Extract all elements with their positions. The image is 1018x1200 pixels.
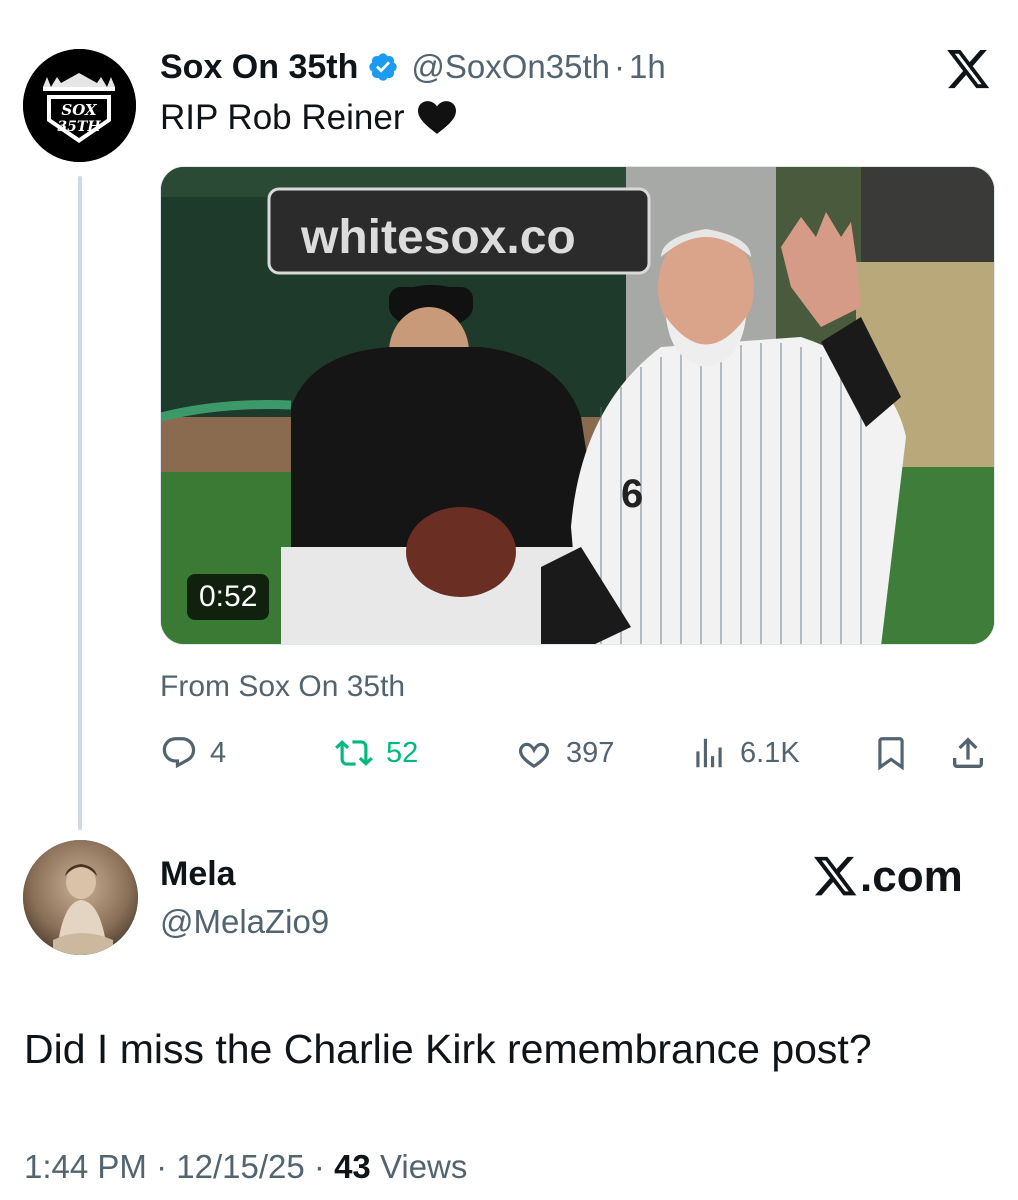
views-button[interactable]: 6.1K — [690, 728, 800, 778]
reply-time[interactable]: 1:44 PM — [24, 1148, 147, 1185]
reply-icon — [162, 737, 196, 769]
reply-tweet-text: Did I miss the Charlie Kirk remembrance … — [24, 1026, 872, 1072]
video-media[interactable]: whitesox.co 6 0:52 — [160, 166, 995, 645]
views-icon — [696, 738, 722, 768]
bookmark-icon — [878, 737, 904, 771]
reply-count: 4 — [210, 736, 227, 769]
verified-badge-icon — [369, 53, 398, 81]
reply-display-name[interactable]: Mela — [160, 855, 236, 894]
from-attribution[interactable]: From Sox On 35th — [160, 670, 405, 704]
parent-handle[interactable]: @SoxOn35th — [411, 48, 610, 86]
video-duration-badge: 0:52 — [187, 574, 270, 620]
views-count: 6.1K — [740, 736, 800, 769]
x-logo-icon[interactable] — [947, 50, 991, 90]
meta-separator: · — [313, 1148, 325, 1185]
share-icon — [953, 737, 983, 768]
repost-icon — [335, 740, 373, 766]
sox-35th-logo: SOX 35TH — [23, 49, 136, 162]
like-button[interactable]: 397 — [514, 728, 614, 778]
svg-text:SOX: SOX — [61, 101, 98, 119]
parent-timestamp[interactable]: 1h — [629, 48, 666, 86]
avatar-sox-on-35th[interactable]: SOX 35TH — [23, 49, 136, 162]
parent-tweet-text-row: RIP Rob Reiner — [160, 98, 457, 138]
mela-avatar-image — [23, 840, 138, 955]
heart-icon — [518, 742, 550, 768]
reply-views-count: 43 — [334, 1148, 371, 1185]
reply-meta-line: 1:44 PM · 12/15/25 · 43 Views — [24, 1148, 467, 1186]
black-heart-emoji-icon — [418, 101, 457, 134]
bookmark-button[interactable] — [872, 728, 910, 778]
x-com-watermark: .com — [814, 852, 963, 902]
like-count: 397 — [566, 736, 615, 769]
parent-display-name[interactable]: Sox On 35th — [160, 48, 358, 87]
svg-text:35TH: 35TH — [57, 119, 101, 135]
meta-separator: · — [156, 1148, 168, 1185]
svg-text:whitesox.co: whitesox.co — [300, 211, 576, 264]
share-button[interactable] — [948, 728, 988, 778]
x-logo-watermark-icon — [814, 856, 857, 896]
parent-tweet-text: RIP Rob Reiner — [160, 98, 405, 137]
video-thumbnail: whitesox.co 6 — [161, 167, 994, 644]
reply-button[interactable]: 4 — [160, 728, 226, 778]
watermark-domain-suffix: .com — [860, 852, 963, 901]
thread-connector-line — [78, 176, 82, 830]
avatar-mela[interactable] — [23, 840, 138, 955]
reply-date[interactable]: 12/15/25 — [176, 1148, 304, 1185]
reply-handle[interactable]: @MelaZio9 — [160, 903, 329, 941]
parent-tweet-header: Sox On 35th @SoxOn35th · 1h — [160, 44, 666, 90]
svg-text:6: 6 — [621, 472, 643, 516]
tweet-action-bar: 4 52 397 6.1K — [160, 728, 995, 778]
repost-count: 52 — [386, 736, 419, 769]
reply-views-label: Views — [379, 1148, 468, 1185]
separator-dot: · — [614, 48, 625, 85]
repost-button[interactable]: 52 — [334, 728, 418, 778]
